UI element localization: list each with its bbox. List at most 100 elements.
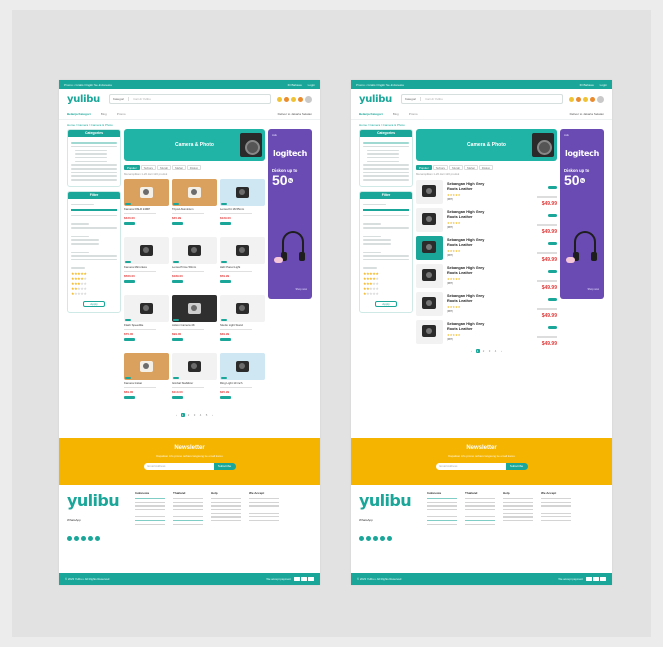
list-item[interactable]: Sebangan High Grey Roots Leather ★★★★★ (98… [416,235,557,263]
tab-mahal[interactable]: Mahal [172,165,186,170]
bell-icon[interactable] [583,96,588,102]
search-bar[interactable]: Kategori Cari di Yulibu [109,94,271,104]
footer-logo[interactable]: yulibu [67,491,120,510]
list-item[interactable]: Sebangan High Grey Roots Leather ★★★★★ (98… [416,319,557,347]
next-page-icon[interactable]: › [211,413,215,417]
breadcrumb[interactable]: Home / Camera / Camera & Photo [59,120,320,129]
category-item[interactable] [71,179,117,181]
filter-option[interactable] [363,239,391,241]
tab-murah[interactable]: Murah [157,165,172,170]
product-card[interactable]: Flash Speedlite $75.00 [124,295,169,350]
avatar[interactable] [597,95,604,103]
facebook-icon[interactable] [67,536,72,541]
page-button[interactable]: 5 [205,413,209,417]
category-item[interactable] [75,153,108,155]
message-icon[interactable] [298,96,303,102]
list-item[interactable]: Sebangan High Grey Roots Leather ★★★★★ (98… [416,179,557,207]
category-item[interactable] [75,156,108,159]
search-input[interactable]: Cari di Yulibu [425,97,443,101]
tab-populer[interactable]: Populer [416,165,432,170]
product-card[interactable]: LED Panel Light $59.99 [220,237,265,292]
login-link[interactable]: Login [308,83,315,87]
message-icon[interactable] [590,96,595,102]
search-category-select[interactable]: Kategori [113,97,130,101]
ad-cta[interactable]: Shop now [587,288,599,291]
category-item[interactable] [367,156,400,159]
add-to-cart-button[interactable] [172,396,183,400]
category-item[interactable] [75,149,108,152]
logitech-ad-banner[interactable]: Ads logitech Diskon up to 50% Shop now [268,129,312,299]
search-category-select[interactable]: Kategori [405,97,422,101]
location-select[interactable] [71,227,117,229]
ad-cta[interactable]: Shop now [295,288,307,291]
product-card[interactable]: Lensa Prime 50mm $189.00 [172,237,217,292]
add-to-cart-button[interactable] [220,396,231,400]
tab-diskon[interactable]: Diskon [478,165,494,170]
language-selector[interactable]: ID Bahasa [580,83,594,87]
list-item[interactable]: Sebangan High Grey Roots Leather ★★★★★ (98… [416,291,557,319]
nav-item-promo[interactable]: Promo [409,112,418,116]
search-bar[interactable]: Kategori Cari di Yulibu [401,94,563,104]
add-to-cart-button[interactable] [220,338,231,342]
heart-icon[interactable] [277,96,282,102]
logo[interactable]: yulibu [67,94,103,105]
product-card[interactable]: Action Camera 4K $99.00 [172,295,217,350]
twitter-icon[interactable] [366,536,371,541]
filter-option[interactable] [363,255,409,257]
category-item[interactable] [363,168,409,170]
tab-murah[interactable]: Murah [449,165,464,170]
prev-page-icon[interactable]: ‹ [175,413,179,417]
filter-option[interactable] [71,255,117,257]
list-item[interactable]: Sebangan High Grey Roots Leather ★★★★★ (98… [416,263,557,291]
add-to-cart-button[interactable] [172,280,183,284]
instagram-icon[interactable] [81,536,86,541]
filter-option[interactable] [71,243,99,245]
category-item[interactable] [363,145,409,148]
avatar[interactable] [305,95,312,103]
nav-item-promo[interactable]: Promo [117,112,126,116]
prev-page-icon[interactable]: ‹ [470,349,474,353]
category-item[interactable] [363,142,409,144]
breadcrumb[interactable]: Home / Camera / Camera & Photo [351,120,612,129]
category-item[interactable] [71,164,117,166]
page-button[interactable]: 2 [482,349,486,353]
browse-categories-button[interactable]: Belanja Kategori [67,112,91,116]
filter-option[interactable] [363,258,409,261]
add-to-cart-button[interactable] [220,280,231,284]
product-card[interactable]: Lensa Kit 18-55mm $129.00 [220,179,265,234]
page-button[interactable]: 4 [494,349,498,353]
bell-icon[interactable] [291,96,296,102]
page-button[interactable]: 2 [187,413,191,417]
category-item[interactable] [367,160,400,163]
newsletter-email-input[interactable]: Email Address [435,463,506,470]
page-button[interactable]: 1 [475,349,480,353]
add-to-cart-button[interactable] [172,222,183,226]
list-item[interactable]: Sebangan High Grey Roots Leather ★★★★★ (98… [416,207,557,235]
add-to-cart-button[interactable] [124,222,135,226]
category-item[interactable] [367,149,400,152]
rating-filter-1[interactable]: ★★★★★ [71,291,117,296]
search-input[interactable]: Cari di Yulibu [133,97,151,101]
footer-logo[interactable]: yulibu [359,491,412,510]
tab-terbaru[interactable]: Terbaru [140,165,157,170]
deliver-location[interactable]: Deliver to Jakarta Selatan [278,112,312,116]
product-card[interactable]: Kamera DSLR 24MP $420.00 [124,179,169,234]
category-item[interactable] [363,171,409,174]
page-button[interactable]: 4 [199,413,203,417]
filter-option[interactable] [363,214,409,217]
tab-mahal[interactable]: Mahal [464,165,478,170]
logitech-ad-banner[interactable]: Ads logitech Diskon up to 50% Shop now [560,129,604,299]
category-item[interactable] [75,160,108,163]
category-item[interactable] [71,168,117,170]
subscribe-button[interactable]: Subscribe [505,463,528,470]
category-item[interactable] [71,171,117,174]
price-slider[interactable] [71,209,117,211]
category-item[interactable] [71,142,117,144]
cart-icon[interactable] [576,96,581,102]
apply-button[interactable]: Apply [83,301,105,308]
product-card[interactable]: Tripod Aluminium $45.99 [172,179,217,234]
add-to-cart-button[interactable] [220,222,231,226]
twitter-icon[interactable] [74,536,79,541]
subscribe-button[interactable]: Subscribe [213,463,236,470]
tab-terbaru[interactable]: Terbaru [432,165,449,170]
